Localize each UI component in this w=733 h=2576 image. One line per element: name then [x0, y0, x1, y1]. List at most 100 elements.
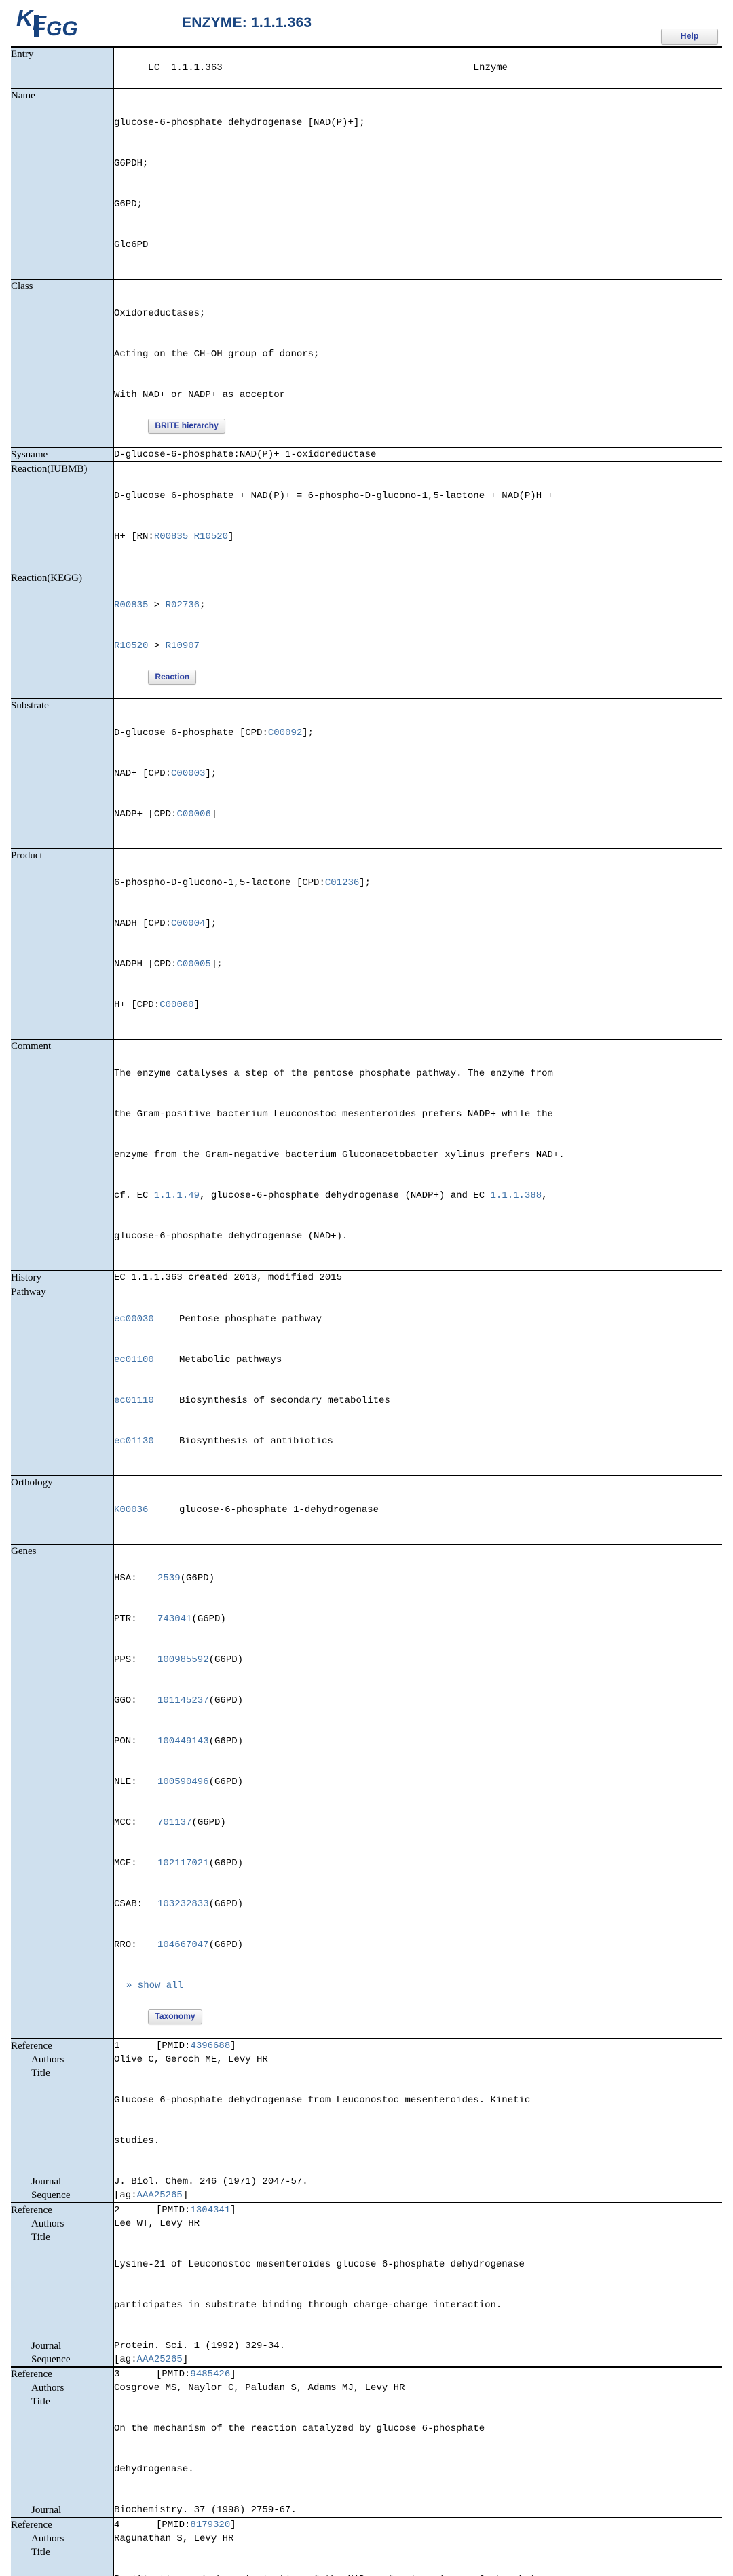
gene-link[interactable]: 100590496: [157, 1777, 209, 1787]
gene-link[interactable]: 743041: [157, 1614, 191, 1625]
reaction-link-left[interactable]: R10520: [114, 641, 148, 651]
page-title: ENZYME: 1.1.1.363: [182, 15, 312, 31]
gene-link[interactable]: 100449143: [157, 1736, 209, 1747]
gene-link[interactable]: 101145237: [157, 1695, 209, 1706]
pathway-link[interactable]: ec01100: [114, 1353, 179, 1367]
gene-link[interactable]: 103232833: [157, 1899, 209, 1910]
gene-link[interactable]: 2539: [157, 1573, 181, 1584]
row-reference-2: Reference 2 [PMID:1304341]: [11, 2202, 722, 2217]
pathway-label: Pentose phosphate pathway: [179, 1314, 322, 1325]
gene-organism: MCF:: [114, 1858, 137, 1869]
row-label-substrate: Substrate: [11, 698, 114, 849]
sequence-link[interactable]: AAA25265: [137, 2190, 183, 2201]
row-reference-1: Reference 1 [PMID:4396688]: [11, 2038, 722, 2053]
reaction-link-R10520[interactable]: R10520: [194, 531, 228, 542]
compound-link[interactable]: C00004: [171, 918, 205, 929]
row-label-title: Title: [11, 2395, 114, 2503]
gene-organism: PON:: [114, 1736, 137, 1747]
pmid-link[interactable]: 1304341: [190, 2205, 230, 2216]
reference-journal: Protein. Sci. 1 (1992) 329-34.: [114, 2341, 286, 2351]
sequence-link[interactable]: AAA25265: [137, 2354, 183, 2365]
pathway-link[interactable]: ec01110: [114, 1394, 179, 1407]
gene-link[interactable]: 104667047: [157, 1939, 209, 1950]
cpd-prefix: [CPD:: [131, 1000, 160, 1010]
row-reference-3-title: Title On the mechanism of the reaction c…: [11, 2395, 722, 2503]
pathway-item: ec01110 Biosynthesis of secondary metabol…: [114, 1394, 722, 1407]
compound-name: NADH: [114, 918, 143, 929]
pmid-link[interactable]: 4396688: [190, 2041, 230, 2051]
row-genes: Genes HSA: 2539(G6PD) PTR: 743041(G6PD) PP…: [11, 1544, 722, 2039]
compound-link[interactable]: C00006: [176, 809, 210, 820]
reaction-link-left[interactable]: R00835: [114, 600, 148, 611]
title-line: Glucose 6-phosphate dehydrogenase from L…: [114, 2095, 531, 2106]
gene-symbol: (G6PD): [208, 1899, 244, 1910]
gene-symbol: (G6PD): [208, 1736, 244, 1747]
ec-link-1-1-1-388[interactable]: 1.1.1.388: [491, 1190, 542, 1201]
row-label-reference: Reference: [11, 2202, 114, 2217]
reference-number: 1: [114, 2041, 120, 2051]
cpd-prefix: [CPD:: [148, 809, 177, 820]
row-label-journal: Journal: [11, 2175, 114, 2189]
reaction-button[interactable]: Reaction: [148, 670, 197, 685]
pathway-item: ec01130 Biosynthesis of antibiotics: [114, 1435, 722, 1448]
help-button[interactable]: Help: [661, 29, 718, 45]
gene-item: MCC: 701137(G6PD): [114, 1816, 722, 1830]
taxonomy-button[interactable]: Taxonomy: [148, 2009, 202, 2024]
product-item: 6-phospho-D-glucono-1,5-lactone [CPD:C01…: [114, 876, 722, 890]
pathway-link[interactable]: ec01130: [114, 1435, 179, 1448]
pmid-link[interactable]: 8179320: [190, 2520, 230, 2531]
reaction-link-right[interactable]: R10907: [166, 641, 200, 651]
seq-suffix: ]: [182, 2190, 189, 2201]
reference-title: Glucose 6-phosphate dehydrogenase from L…: [113, 2066, 722, 2175]
gene-item: PON: 100449143(G6PD): [114, 1735, 722, 1748]
row-value-product: 6-phospho-D-glucono-1,5-lactone [CPD:C01…: [113, 848, 722, 1040]
compound-link[interactable]: C01236: [325, 877, 359, 888]
comment-line: The enzyme catalyses a step of the pento…: [114, 1068, 553, 1079]
compound-name: D-glucose 6-phosphate: [114, 727, 240, 738]
row-reaction-iubmb: Reaction(IUBMB) D-glucose 6-phosphate + …: [11, 461, 722, 571]
class-line: Acting on the CH-OH group of donors;: [114, 349, 320, 360]
compound-name: NAD+: [114, 768, 143, 779]
compound-name: NADPH: [114, 959, 149, 970]
row-reference-1-authors: Authors Olive C, Geroch ME, Levy HR: [11, 2053, 722, 2066]
rn-suffix: ]: [228, 531, 234, 542]
kegg-logo[interactable]: K E GG: [15, 5, 90, 43]
row-label-authors: Authors: [11, 2381, 114, 2395]
show-all-link[interactable]: » show all: [126, 1979, 183, 1992]
page-header: K E GG ENZYME: 1.1.1.363 Help: [0, 0, 733, 46]
gene-link[interactable]: 100985592: [157, 1654, 209, 1665]
orthology-link[interactable]: K00036: [114, 1503, 179, 1517]
compound-link[interactable]: C00080: [159, 1000, 193, 1010]
row-reference-4-authors: Authors Ragunathan S, Levy HR: [11, 2532, 722, 2545]
gene-link[interactable]: 102117021: [157, 1858, 209, 1869]
gene-organism: MCC:: [114, 1817, 137, 1828]
comment-line: cf. EC 1.1.1.49, glucose-6-phosphate deh…: [114, 1189, 722, 1202]
cpd-suffix: ];: [359, 877, 371, 888]
ec-link-1-1-1-49[interactable]: 1.1.1.49: [154, 1190, 200, 1201]
row-reference-4: Reference 4 [PMID:8179320]: [11, 2517, 722, 2532]
row-label-journal: Journal: [11, 2339, 114, 2353]
row-name: Name glucose-6-phosphate dehydrogenase […: [11, 88, 722, 280]
brite-hierarchy-button[interactable]: BRITE hierarchy: [148, 419, 225, 434]
reaction-link-R00835[interactable]: R00835: [154, 531, 188, 542]
reference-title: On the mechanism of the reaction catalyz…: [113, 2395, 722, 2503]
pmid-link[interactable]: 9485426: [190, 2369, 230, 2380]
pmid-suffix: ]: [230, 2369, 236, 2380]
entry-ec: EC 1.1.1.363: [148, 62, 223, 73]
row-value-reference-head: 2 [PMID:1304341]: [113, 2202, 722, 2217]
show-all-row: » show all: [114, 1979, 722, 1992]
compound-link[interactable]: C00003: [171, 768, 205, 779]
pathway-link[interactable]: ec00030: [114, 1312, 179, 1326]
gene-item: PPS: 100985592(G6PD): [114, 1653, 722, 1667]
gene-link[interactable]: 701137: [157, 1817, 191, 1828]
reaction-link-right[interactable]: R02736: [166, 600, 200, 611]
compound-link[interactable]: C00092: [268, 727, 302, 738]
reference-number: 2: [114, 2205, 120, 2216]
pathway-item: ec01100 Metabolic pathways: [114, 1353, 722, 1367]
row-value-class: Oxidoreductases; Acting on the CH-OH gro…: [113, 279, 722, 448]
compound-link[interactable]: C00005: [176, 959, 210, 970]
cpd-suffix: ]: [193, 1000, 200, 1010]
substrate-item: D-glucose 6-phosphate [CPD:C00092];: [114, 726, 722, 740]
row-label-sysname: Sysname: [11, 447, 114, 462]
row-sysname: Sysname D-glucose-6-phosphate:NAD(P)+ 1-…: [11, 447, 722, 462]
